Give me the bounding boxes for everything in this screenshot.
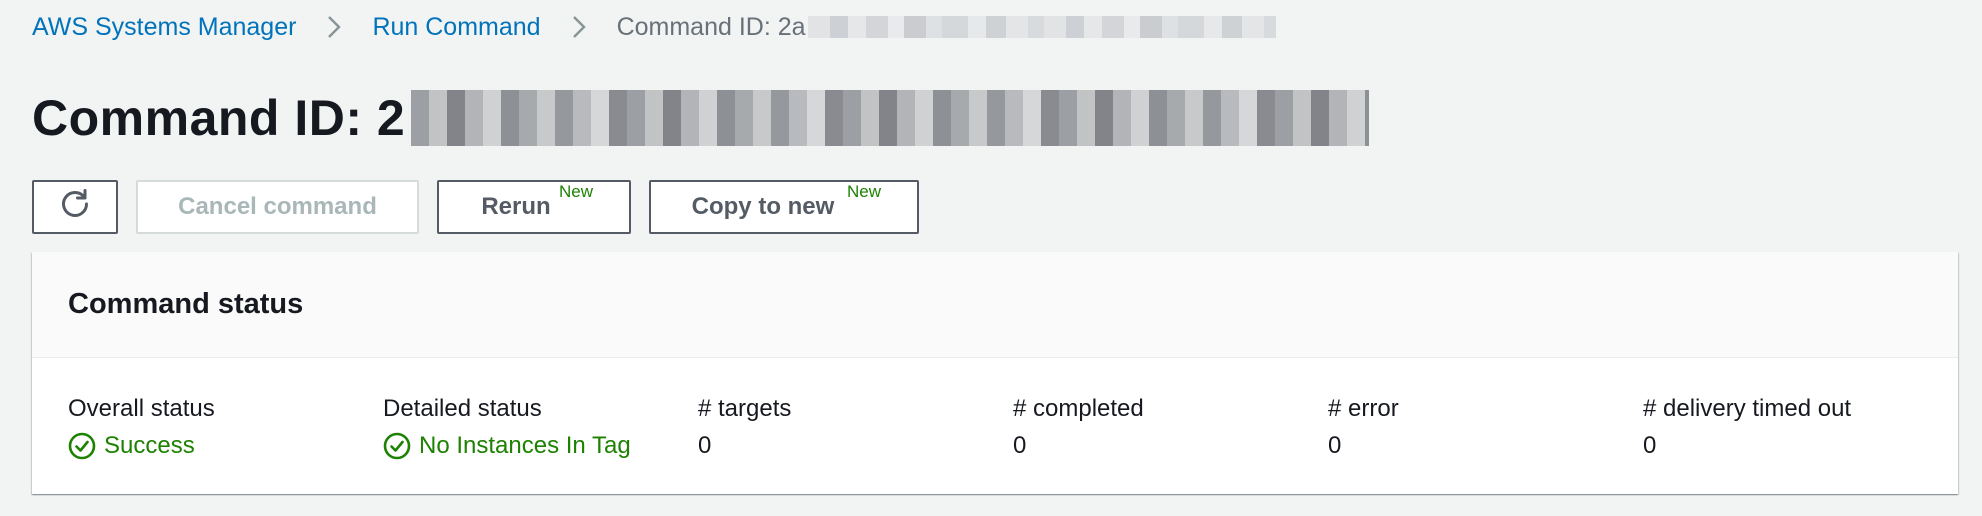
new-badge: New (558, 182, 593, 201)
check-circle-icon (68, 432, 96, 460)
panel-title: Command status (68, 288, 304, 320)
overall-status-label: Overall status (68, 395, 215, 422)
refresh-button[interactable] (32, 180, 118, 234)
targets-value: 0 (698, 432, 712, 459)
error-label: # error (1328, 395, 1399, 422)
redacted-command-id (807, 16, 1276, 38)
page-title: Command ID: 2 (32, 88, 1370, 148)
breadcrumb: AWS Systems Manager Run Command Command … (32, 10, 1276, 44)
breadcrumb-current-label: Command ID: 2a (616, 12, 806, 41)
page-title-text: Command ID: 2 (32, 90, 406, 146)
delivery-timed-out-count: # delivery timed out 0 (1643, 392, 1851, 466)
status-summary: Overall status Success Detailed status N… (32, 358, 1958, 494)
new-badge: New (846, 182, 881, 201)
targets-count: # targets 0 (698, 392, 791, 466)
breadcrumb-current: Command ID: 2a (617, 13, 1276, 42)
targets-label: # targets (698, 395, 792, 422)
refresh-icon (58, 187, 92, 228)
action-toolbar: Cancel command Rerun New Copy to new New (32, 180, 919, 234)
overall-status-value: Success (68, 426, 215, 466)
rerun-button[interactable]: Rerun New (437, 180, 631, 234)
chevron-right-icon (571, 12, 587, 42)
redacted-command-id (411, 90, 1370, 146)
copy-to-new-label: Copy to new (691, 193, 835, 220)
chevron-right-icon (326, 12, 342, 42)
breadcrumb-systems-manager-link[interactable]: AWS Systems Manager (32, 13, 296, 42)
check-circle-icon (383, 432, 411, 460)
detailed-status-text: No Instances In Tag (419, 432, 631, 459)
detailed-status-label: Detailed status (383, 395, 542, 422)
overall-status: Overall status Success (68, 392, 215, 466)
overall-status-text: Success (104, 432, 195, 459)
detailed-status: Detailed status No Instances In Tag (383, 392, 631, 466)
copy-to-new-button[interactable]: Copy to new New (649, 180, 919, 234)
command-status-panel: Command status Overall status Success De… (32, 252, 1958, 494)
cancel-command-button: Cancel command (136, 180, 419, 234)
delivery-timed-out-value: 0 (1643, 432, 1657, 459)
rerun-label: Rerun (481, 193, 551, 220)
delivery-timed-out-label: # delivery timed out (1643, 395, 1852, 422)
detailed-status-value: No Instances In Tag (383, 426, 631, 466)
error-value: 0 (1328, 432, 1342, 459)
completed-count: # completed 0 (1013, 392, 1144, 466)
completed-label: # completed (1013, 395, 1144, 422)
completed-value: 0 (1013, 432, 1027, 459)
breadcrumb-run-command-link[interactable]: Run Command (372, 13, 540, 42)
error-count: # error 0 (1328, 392, 1399, 466)
panel-header: Command status (32, 252, 1958, 358)
